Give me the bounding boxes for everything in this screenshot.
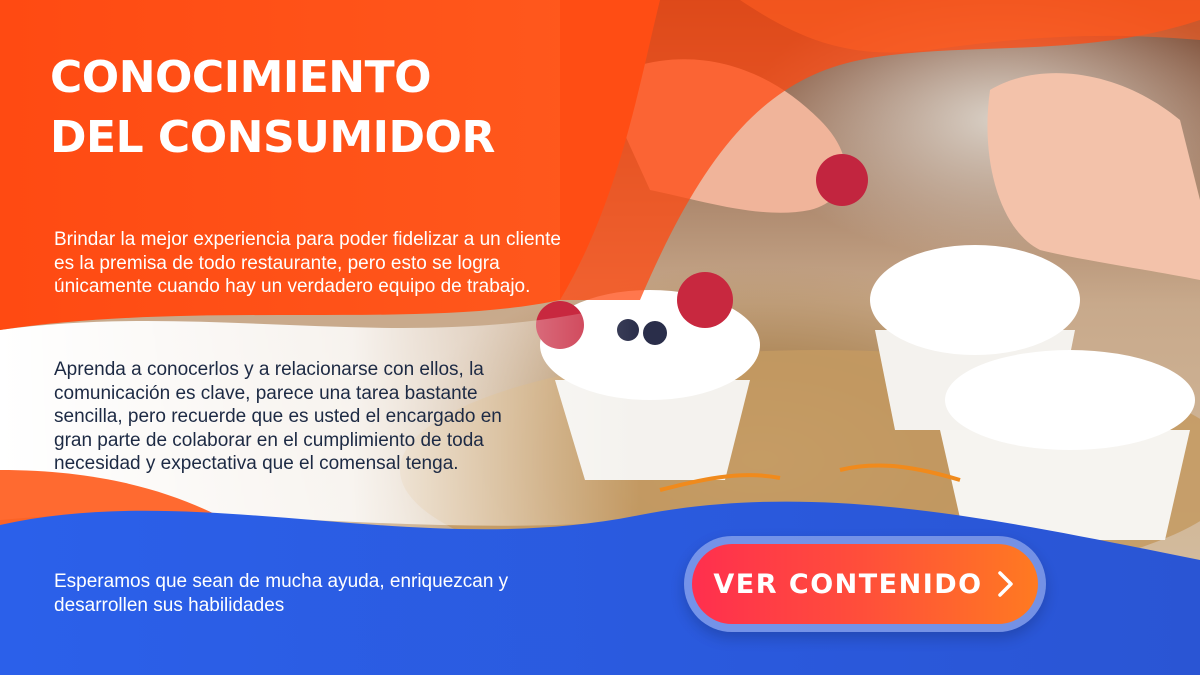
chevron-right-icon [997, 571, 1013, 597]
intro-paragraph: Brindar la mejor experiencia para poder … [54, 229, 561, 297]
title-line-2: DEL CONSUMIDOR [50, 112, 495, 163]
ver-contenido-button-fill[interactable]: VER CONTENIDO [692, 544, 1038, 624]
closing-paragraph: Esperamos que sean de mucha ayuda, enriq… [54, 571, 509, 616]
banner: CONOCIMIENTO DEL CONSUMIDOR Brindar la m… [0, 0, 1200, 675]
ver-contenido-label: VER CONTENIDO [713, 568, 983, 600]
title-line-1: CONOCIMIENTO [50, 52, 432, 103]
body-paragraph: Aprenda a conocerlos y a relacionarse co… [54, 359, 502, 474]
page-title: CONOCIMIENTO DEL CONSUMIDOR [50, 48, 495, 168]
ver-contenido-button[interactable]: VER CONTENIDO [684, 536, 1046, 632]
